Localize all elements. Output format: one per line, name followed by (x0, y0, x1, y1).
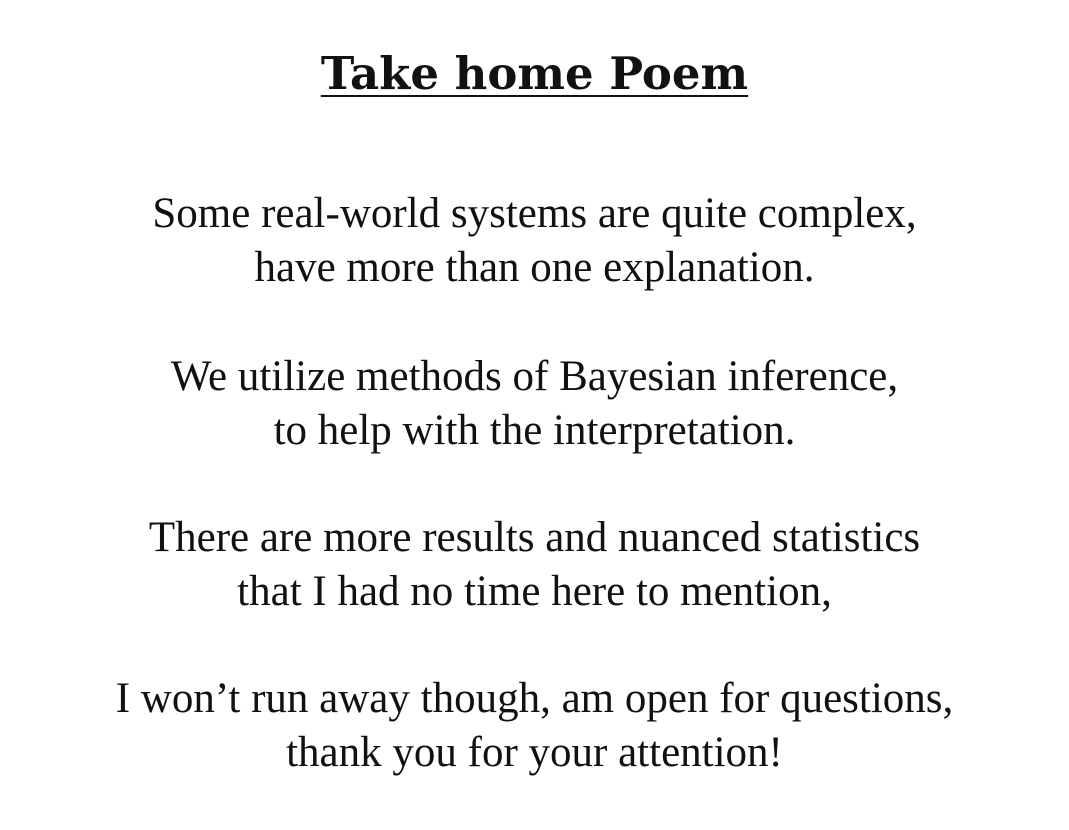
poem-stanza-2: We utilize methods of Bayesian inference… (0, 350, 1069, 458)
poem-stanza-1: Some real-world systems are quite comple… (0, 187, 1069, 295)
poem-line: We utilize methods of Bayesian inference… (170, 353, 899, 400)
poem-stanza-4: I won’t run away though, am open for que… (0, 672, 1069, 780)
page-title: Take home Poem (0, 44, 1069, 104)
poem-line: to help with the interpretation. (273, 407, 796, 454)
poem-stanza-3: There are more results and nuanced stati… (0, 511, 1069, 619)
poem-line: Some real-world systems are quite comple… (152, 190, 917, 237)
poem-line: I won’t run away though, am open for que… (115, 675, 954, 722)
page-title-text: Take home Poem (320, 47, 749, 100)
poem-line: thank you for your attention! (286, 729, 783, 776)
poem-line: There are more results and nuanced stati… (148, 514, 921, 561)
slide: Take home Poem Some real-world systems a… (0, 0, 1069, 830)
poem-line: have more than one explanation. (254, 244, 815, 291)
poem-line: that I had no time here to mention, (237, 568, 832, 615)
